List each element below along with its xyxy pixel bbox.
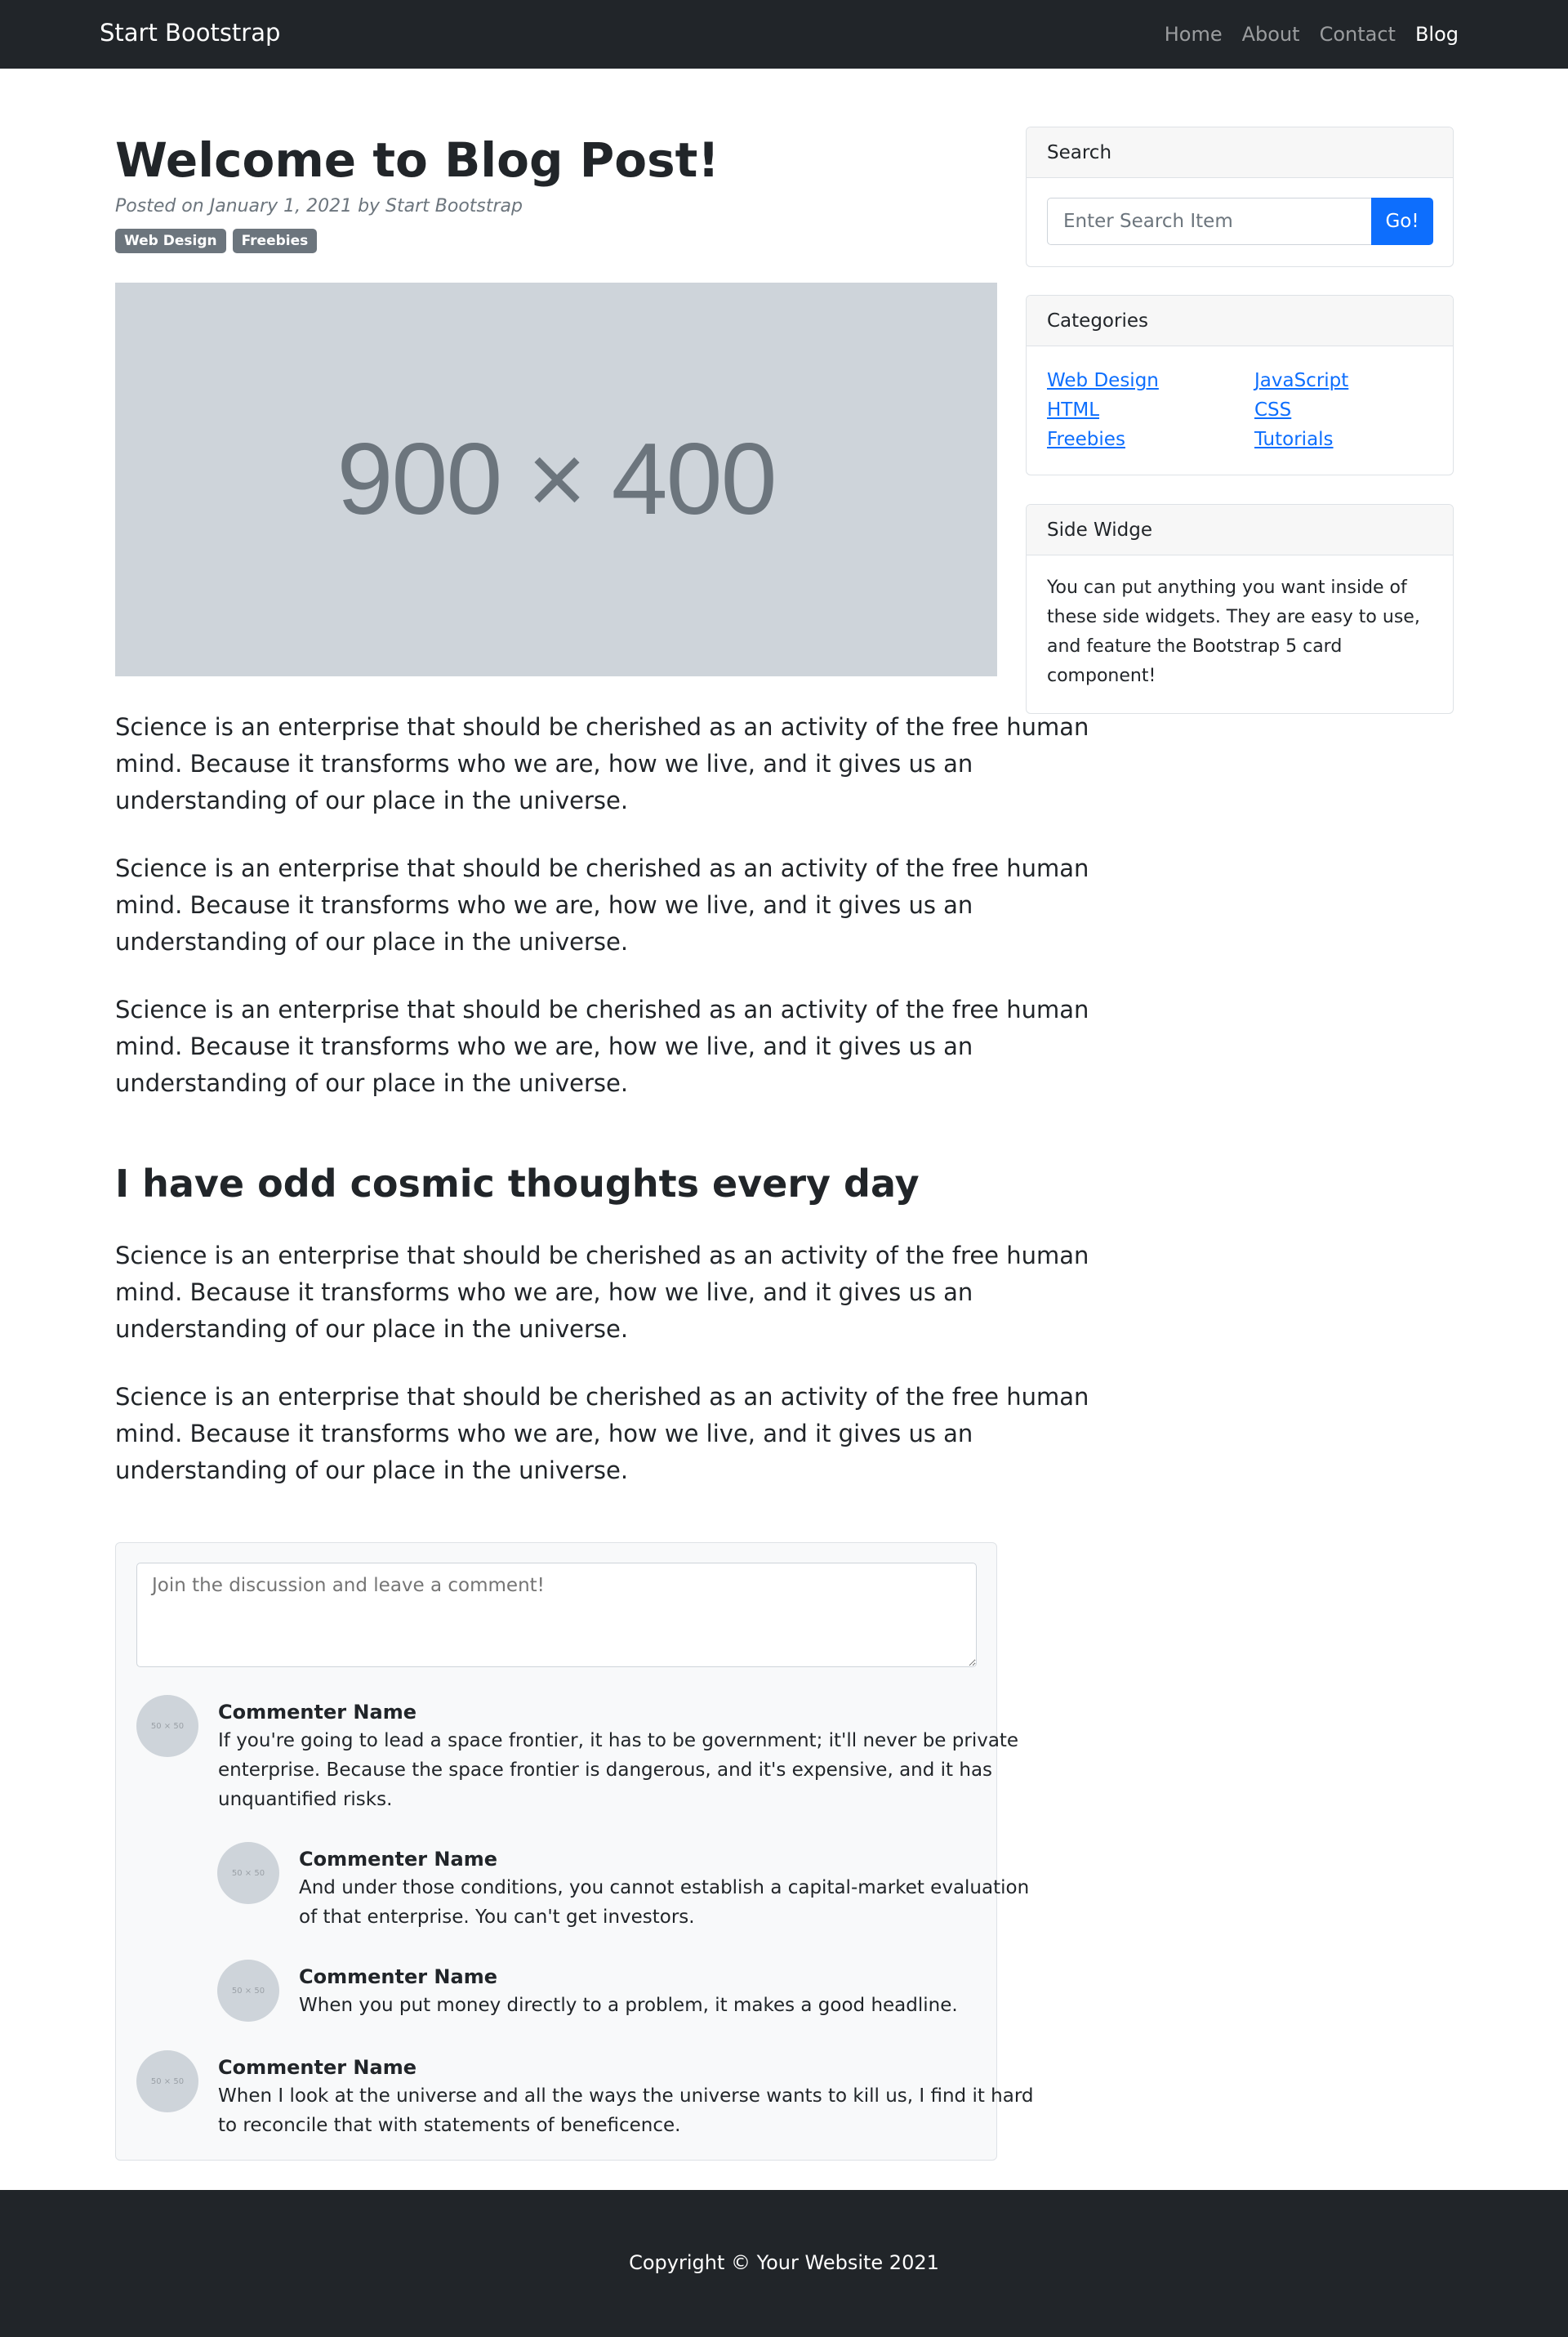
post-paragraph: Science is an enterprise that should be …: [115, 713, 1089, 814]
side-widget-card: Side Widge You can put anything you want…: [1026, 504, 1454, 714]
comment: 50 × 50 Commenter Name When I look at th…: [136, 2050, 1034, 2140]
comment-text: And under those conditions, you cannot e…: [299, 1877, 1030, 1928]
commenter-name: Commenter Name: [218, 2056, 416, 2079]
category-link-css[interactable]: CSS: [1254, 395, 1434, 425]
categories-card-header: Categories: [1027, 296, 1453, 346]
post-tags: Web Design Freebies: [115, 229, 997, 253]
post-paragraph: Science is an enterprise that should be …: [115, 1242, 1089, 1343]
comment-body: Commenter Name And under those condition…: [299, 1845, 1029, 1932]
search-card-header: Search: [1027, 127, 1453, 178]
post-title: Welcome to Blog Post!: [115, 132, 719, 188]
commenter-name: Commenter Name: [299, 1965, 497, 1988]
tag-freebies[interactable]: Freebies: [232, 229, 318, 253]
nav-link-contact[interactable]: Contact: [1320, 23, 1396, 46]
hero-image-placeholder: 900 × 400: [115, 283, 997, 676]
avatar: 50 × 50: [136, 2050, 198, 2112]
section-heading: I have odd cosmic thoughts every day: [115, 1162, 920, 1206]
comments-section: 50 × 50 Commenter Name If you're going t…: [115, 1542, 1034, 2161]
nav-links: Home About Contact Blog: [1165, 23, 1459, 46]
reply-comment: 50 × 50 Commenter Name When you put mone…: [217, 1960, 969, 2025]
post-paragraph: Science is an enterprise that should be …: [115, 996, 1089, 1097]
category-link-javascript[interactable]: JavaScript: [1254, 366, 1434, 395]
comment-body: Commenter Name If you're going to lead a…: [218, 1698, 1018, 1814]
category-link-tutorials[interactable]: Tutorials: [1254, 425, 1434, 454]
side-widget-header: Side Widge: [1027, 505, 1453, 555]
avatar: 50 × 50: [136, 1695, 198, 1757]
tag-web-design[interactable]: Web Design: [115, 229, 226, 253]
avatar: 50 × 50: [217, 1960, 279, 2022]
search-card: Search Go!: [1026, 127, 1454, 267]
commenter-name: Commenter Name: [299, 1848, 497, 1871]
post-meta: Posted on January 1, 2021 by Start Boots…: [115, 196, 523, 216]
comment: 50 × 50 Commenter Name If you're going t…: [136, 1695, 1018, 1817]
reply-comment: 50 × 50 Commenter Name And under those c…: [217, 1842, 1029, 1932]
comment-body: Commenter Name When I look at the univer…: [218, 2054, 1034, 2140]
post-paragraph: Science is an enterprise that should be …: [115, 854, 1089, 956]
blog-post: Welcome to Blog Post! Posted on January …: [115, 127, 1089, 1489]
nav-link-blog[interactable]: Blog: [1415, 23, 1459, 46]
navbar: Start Bootstrap Home About Contact Blog: [0, 0, 1568, 69]
comment-text: When I look at the universe and all the …: [218, 2085, 1034, 2136]
comment-text: When you put money directly to a problem…: [299, 1995, 958, 2016]
commenter-name: Commenter Name: [218, 1701, 416, 1724]
footer: Copyright © Your Website 2021: [0, 2190, 1568, 2337]
copyright-text: Copyright © Your Website 2021: [629, 2251, 939, 2274]
categories-list: Web Design JavaScript HTML CSS Freebies …: [1047, 366, 1439, 454]
category-link-html[interactable]: HTML: [1047, 395, 1254, 425]
search-input[interactable]: [1047, 198, 1371, 245]
category-link-web-design[interactable]: Web Design: [1047, 366, 1254, 395]
post-paragraph: Science is an enterprise that should be …: [115, 1383, 1089, 1484]
search-go-button[interactable]: Go!: [1371, 198, 1433, 245]
search-group: Go!: [1047, 198, 1433, 245]
side-widget-text: You can put anything you want inside of t…: [1047, 578, 1420, 686]
nav-link-about[interactable]: About: [1242, 23, 1300, 46]
comment-text: If you're going to lead a space frontier…: [218, 1730, 1019, 1810]
comment-body: Commenter Name When you put money direct…: [299, 1963, 958, 2020]
category-link-freebies[interactable]: Freebies: [1047, 425, 1254, 454]
avatar: 50 × 50: [217, 1842, 279, 1904]
categories-card: Categories Web Design JavaScript HTML CS…: [1026, 295, 1454, 475]
nav-link-home[interactable]: Home: [1165, 23, 1223, 46]
hero-placeholder-label: 900 × 400: [336, 423, 777, 536]
brand-link[interactable]: Start Bootstrap: [100, 19, 280, 47]
comment-textarea[interactable]: [136, 1563, 977, 1667]
